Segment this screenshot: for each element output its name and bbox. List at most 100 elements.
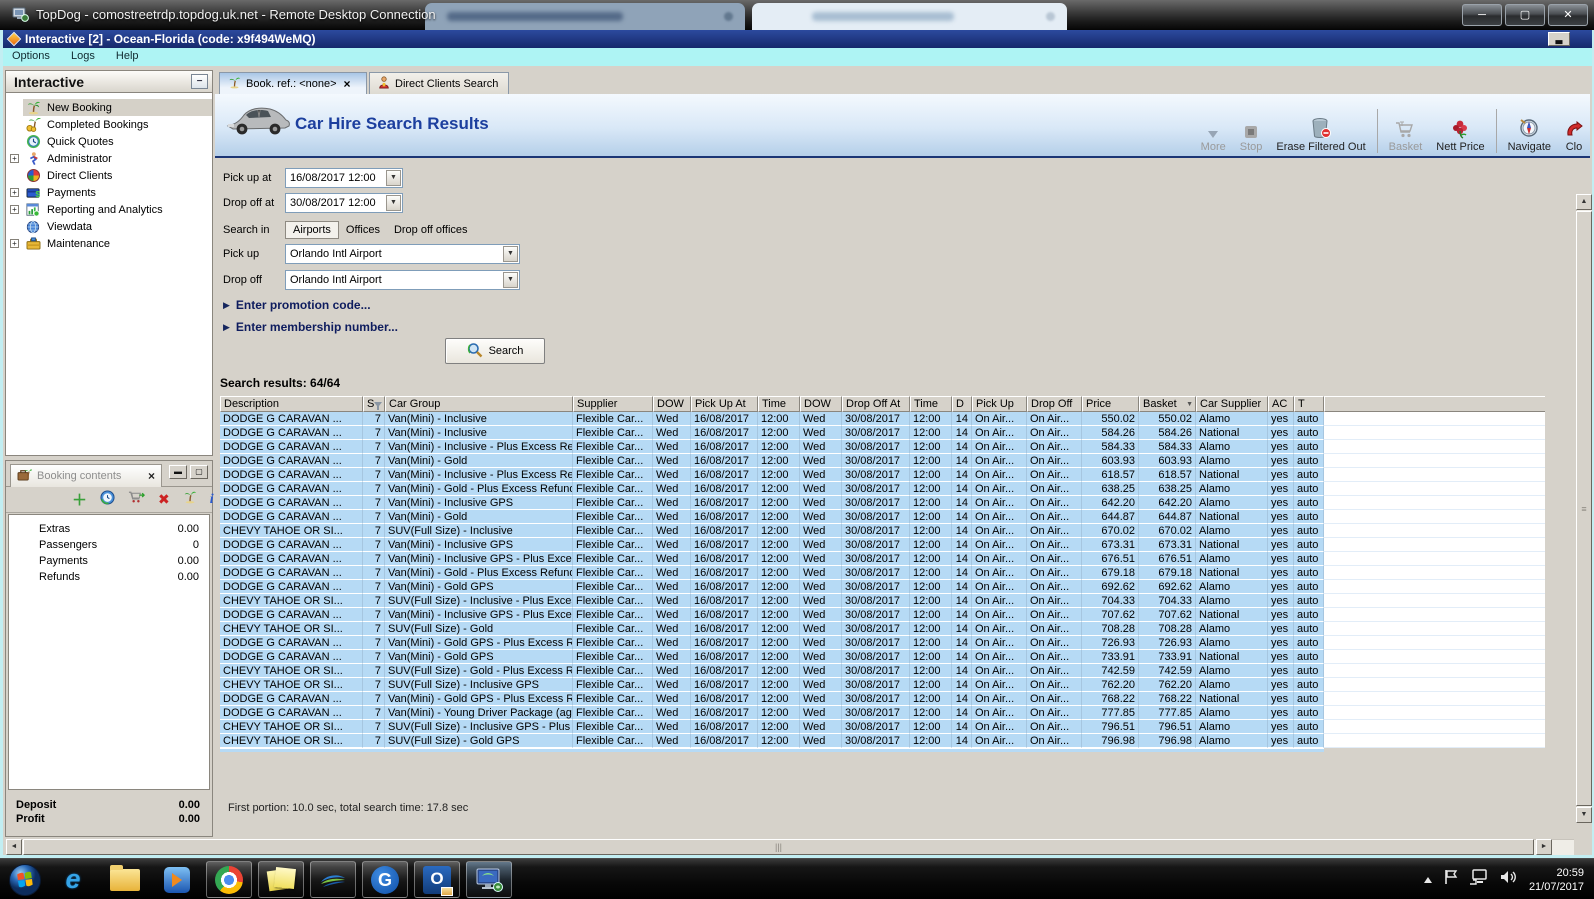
th-price[interactable]: Price (1082, 396, 1139, 412)
erase-filtered-out-button[interactable]: Erase Filtered Out (1269, 115, 1372, 153)
expand-icon[interactable]: + (10, 154, 19, 163)
horizontal-scrollbar[interactable]: ◄ ||| ► (6, 839, 1574, 855)
sidebar-item-payments[interactable]: + $ Payments (6, 184, 212, 201)
rdp-maximize-button[interactable]: ▢ (1505, 4, 1545, 26)
th-time-pickup[interactable]: Time (758, 396, 800, 412)
table-row[interactable]: DODGE G CARAVAN ... 7 Van(Mini) - Inclusiv… (220, 608, 1545, 622)
navigate-button[interactable]: Navigate (1501, 115, 1558, 153)
chevron-down-icon[interactable]: ▼ (503, 246, 518, 262)
search-button[interactable]: Search (445, 338, 545, 364)
list-item[interactable]: Payments 0.00 (9, 553, 209, 569)
table-row[interactable]: DODGE G CARAVAN ... 7 Van(Mini) - Gold GPS… (220, 636, 1545, 650)
table-row[interactable]: DODGE G CARAVAN ... 7 Van(Mini) - Inclusiv… (220, 468, 1545, 482)
sidebar-item-direct-clients[interactable]: Direct Clients (6, 167, 212, 184)
th-ac[interactable]: AC (1268, 396, 1294, 412)
chevron-down-icon[interactable]: ▼ (386, 170, 401, 186)
info-icon[interactable]: i (210, 492, 214, 508)
media-player-icon[interactable] (154, 861, 200, 898)
nett-price-button[interactable]: Nett Price (1429, 115, 1491, 153)
sidebar-item-reporting[interactable]: + Reporting and Analytics (6, 201, 212, 218)
start-button[interactable] (4, 861, 46, 898)
tab-direct-clients-search[interactable]: Direct Clients Search (369, 72, 509, 94)
close-view-button[interactable]: Clo (1558, 115, 1590, 153)
table-row[interactable]: DODGE G CARAVAN ... 7 Van(Mini) - Inclusiv… (220, 440, 1545, 454)
th-supplier[interactable]: Supplier (573, 396, 653, 412)
network-icon[interactable] (1469, 869, 1489, 890)
list-item[interactable]: Passengers 0 (9, 537, 209, 553)
app-minimize-button[interactable]: ▃ (1548, 32, 1570, 46)
pickup-at-field[interactable]: 16/08/2017 12:00 ▼ (285, 168, 403, 188)
table-row[interactable]: DODGE G CARAVAN ... 7 Van(Mini) - Inclusiv… (220, 552, 1545, 566)
search-in-airports[interactable]: Airports (285, 221, 339, 239)
th-description[interactable]: Description (220, 396, 363, 412)
tab-booking-ref[interactable]: Book. ref.: <none> × (219, 72, 367, 94)
expand-icon[interactable]: + (10, 205, 19, 214)
palm-booking-icon[interactable] (183, 490, 197, 509)
table-row[interactable]: CHEVY TAHOE OR SI... 7 SUV(Full Size) - In… (220, 720, 1545, 734)
list-item[interactable]: Refunds 0.00 (9, 569, 209, 585)
basket-button[interactable]: Basket (1382, 115, 1430, 153)
chevron-down-icon[interactable]: ▼ (503, 272, 518, 288)
booking-contents-tab[interactable]: Booking contents × (10, 464, 162, 487)
remote-desktop-icon[interactable] (466, 861, 512, 898)
scroll-left-button[interactable]: ◄ (6, 839, 22, 855)
sidebar-item-viewdata[interactable]: Viewdata (6, 218, 212, 235)
promo-code-expander[interactable]: ▶ Enter promotion code... (223, 298, 371, 312)
th-dow-dropoff[interactable]: DOW (800, 396, 842, 412)
scroll-up-button[interactable]: ▲ (1576, 194, 1592, 210)
table-row[interactable]: DODGE G CARAVAN ... 7 Van(Mini) - Gold GPS… (220, 650, 1545, 664)
add-icon[interactable]: ＋ (72, 489, 87, 510)
panel-collapse-button[interactable]: − (191, 74, 208, 89)
table-row[interactable]: CHEVY TAHOE OR SI... 7 SUV(Full Size) - In… (220, 594, 1545, 608)
th-dropoff-loc[interactable]: Drop Off (1027, 396, 1082, 412)
sidebar-item-administrator[interactable]: + Administrator (6, 150, 212, 167)
th-car-group[interactable]: Car Group (385, 396, 573, 412)
pickup-select[interactable]: Orlando Intl Airport ▼ (285, 244, 520, 264)
search-in-offices[interactable]: Offices (339, 222, 387, 238)
table-row[interactable]: DODGE G CARAVAN ... 7 Van(Mini) - Inclusiv… (220, 426, 1545, 440)
dropoff-select[interactable]: Orlando Intl Airport ▼ (285, 270, 520, 290)
list-item[interactable]: Extras 0.00 (9, 521, 209, 537)
table-row[interactable]: CHEVY TAHOE OR SI... 7 SUV(Full Size) - Go… (220, 664, 1545, 678)
chrome-icon[interactable] (206, 861, 252, 898)
table-row[interactable]: DODGE G CARAVAN ... 7 Van(Mini) - Gold Flex… (220, 454, 1545, 468)
table-row[interactable]: CHEVY TAHOE OR SI... 7 SUV(Full Size) - In… (220, 524, 1545, 538)
dropoff-at-field[interactable]: 30/08/2017 12:00 ▼ (285, 193, 403, 213)
rdp-close-button[interactable]: ✕ (1548, 4, 1588, 26)
menu-options[interactable]: Options (3, 48, 59, 64)
menu-logs[interactable]: Logs (62, 48, 104, 64)
expand-icon[interactable]: + (10, 188, 19, 197)
panel-maximize-button[interactable]: ▢ (190, 465, 208, 479)
volume-icon[interactable] (1500, 869, 1518, 890)
table-row[interactable]: CHEVY TAHOE OR SI... 7 SUV(Full Size) - Go… (220, 622, 1545, 636)
action-center-flag-icon[interactable] (1444, 869, 1458, 890)
stop-button[interactable]: Stop (1233, 115, 1270, 153)
th-dropoff-at[interactable]: Drop Off At (842, 396, 910, 412)
th-pickup-loc[interactable]: Pick Up (972, 396, 1027, 412)
g-app-icon[interactable]: G (362, 861, 408, 898)
cart-transfer-icon[interactable] (128, 490, 146, 509)
table-row[interactable]: DODGE G CARAVAN ... 7 Van(Mini) - Gold - P… (220, 482, 1545, 496)
table-row[interactable]: DODGE G CARAVAN ... 7 Van(Mini) - Gold - P… (220, 566, 1545, 580)
th-dow-pickup[interactable]: DOW (653, 396, 691, 412)
table-row[interactable]: DODGE G CARAVAN ... 7 Van(Mini) - Gold GPS… (220, 692, 1545, 706)
windows-explorer-icon[interactable] (102, 861, 148, 898)
chevron-down-icon[interactable]: ▼ (386, 195, 401, 211)
sidebar-item-completed-bookings[interactable]: Completed Bookings (6, 116, 212, 133)
rdp-minimize-button[interactable]: ─ (1462, 4, 1502, 26)
sidebar-item-quick-quotes[interactable]: Quick Quotes (6, 133, 212, 150)
scroll-right-button[interactable]: ► (1536, 839, 1552, 855)
table-row[interactable]: DODGE G CARAVAN ... 7 Van(Mini) - Inclusiv… (220, 412, 1545, 426)
table-row[interactable]: CHEVY TAHOE OR SI... 7 SUV(Full Size) - In… (220, 678, 1545, 692)
horizontal-scroll-thumb[interactable]: ||| (23, 839, 1534, 855)
th-basket[interactable]: Basket ▼ (1139, 396, 1196, 412)
table-row[interactable]: DODGE G CARAVAN ... 7 Van(Mini) - Inclusiv… (220, 538, 1545, 552)
expand-icon[interactable]: + (10, 239, 19, 248)
table-row[interactable]: DODGE G CARAVAN ... 7 Van(Mini) - Inclusiv… (220, 496, 1545, 510)
membership-expander[interactable]: ▶ Enter membership number... (223, 320, 398, 334)
search-in-dropoff-offices[interactable]: Drop off offices (387, 222, 475, 238)
close-icon[interactable]: × (148, 469, 155, 483)
sticky-notes-icon[interactable] (258, 861, 304, 898)
outlook-icon[interactable]: O (414, 861, 460, 898)
th-t[interactable]: T (1294, 396, 1324, 412)
